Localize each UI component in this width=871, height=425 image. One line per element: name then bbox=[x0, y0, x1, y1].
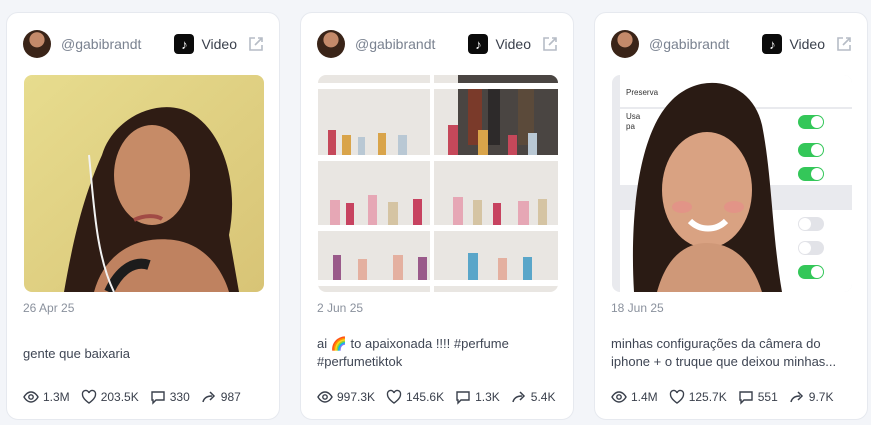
share-icon bbox=[202, 391, 215, 403]
post-stats: 1.4M 125.7K 551 9.7K bbox=[611, 389, 844, 405]
heart-icon bbox=[81, 389, 96, 404]
post-caption: gente que baixaria bbox=[23, 346, 130, 361]
tiktok-icon: ♪ bbox=[762, 34, 783, 54]
post-header: @gabibrandt ♪ Video bbox=[611, 29, 853, 59]
platform-label: Video bbox=[789, 36, 825, 52]
post-date: 26 Apr 25 bbox=[23, 301, 75, 315]
likes-count: 203.5K bbox=[100, 390, 139, 404]
post-date: 18 Jun 25 bbox=[611, 301, 664, 315]
eye-icon bbox=[317, 391, 333, 403]
post-stats: 1.3M 203.5K 330 987 bbox=[23, 389, 252, 405]
post-thumbnail[interactable]: Preserva Usa pa bbox=[612, 75, 852, 292]
heart-icon bbox=[669, 389, 684, 404]
platform-label: Video bbox=[201, 36, 237, 52]
creator-handle[interactable]: @gabibrandt bbox=[61, 36, 174, 52]
likes-count: 145.6K bbox=[406, 390, 445, 404]
post-card[interactable]: @gabibrandt ♪ Video Preserva Usa pa 18 J… bbox=[594, 12, 868, 420]
creator-handle[interactable]: @gabibrandt bbox=[649, 36, 762, 52]
comment-icon bbox=[151, 391, 165, 405]
comments-count: 551 bbox=[757, 390, 778, 404]
avatar[interactable] bbox=[611, 30, 639, 58]
external-link-icon[interactable] bbox=[247, 35, 265, 53]
views-count: 997.3K bbox=[337, 390, 376, 404]
views-stat: 1.4M bbox=[611, 389, 658, 405]
svg-text:Usa: Usa bbox=[626, 112, 641, 121]
svg-text:Preserva: Preserva bbox=[626, 88, 659, 97]
shares-count: 9.7K bbox=[808, 390, 834, 404]
likes-stat: 203.5K bbox=[81, 389, 139, 405]
comments-stat: 551 bbox=[738, 389, 778, 405]
views-count: 1.4M bbox=[631, 390, 658, 404]
likes-stat: 145.6K bbox=[386, 389, 444, 405]
shares-stat: 987 bbox=[201, 389, 241, 405]
share-icon bbox=[512, 391, 525, 403]
shares-count: 5.4K bbox=[530, 390, 556, 404]
comments-stat: 1.3K bbox=[455, 389, 500, 405]
comments-stat: 330 bbox=[150, 389, 190, 405]
post-caption: ai 🌈 to apaixonada !!!! #perfume #perfum… bbox=[317, 336, 509, 369]
external-link-icon[interactable] bbox=[835, 35, 853, 53]
comment-icon bbox=[739, 391, 753, 405]
post-stats: 997.3K 145.6K 1.3K 5.4K bbox=[317, 389, 566, 405]
post-card[interactable]: @gabibrandt ♪ Video 26 Apr 25 gente que … bbox=[6, 12, 280, 420]
shares-count: 987 bbox=[220, 390, 241, 404]
post-card[interactable]: @gabibrandt ♪ Video 2 Jun 25 ai 🌈 to apa… bbox=[300, 12, 574, 420]
eye-icon bbox=[611, 391, 627, 403]
heart-icon bbox=[386, 389, 402, 404]
svg-text:pa: pa bbox=[626, 122, 635, 131]
avatar[interactable] bbox=[317, 30, 345, 58]
share-icon bbox=[790, 391, 803, 403]
comments-count: 330 bbox=[169, 390, 190, 404]
external-link-icon[interactable] bbox=[541, 35, 559, 53]
tiktok-icon: ♪ bbox=[174, 34, 195, 54]
avatar[interactable] bbox=[23, 30, 51, 58]
views-stat: 997.3K bbox=[317, 389, 375, 405]
likes-stat: 125.7K bbox=[669, 389, 727, 405]
views-stat: 1.3M bbox=[23, 389, 70, 405]
shares-stat: 5.4K bbox=[511, 389, 556, 405]
views-count: 1.3M bbox=[43, 390, 70, 404]
post-thumbnail[interactable] bbox=[318, 75, 558, 292]
likes-count: 125.7K bbox=[688, 390, 727, 404]
comments-count: 1.3K bbox=[475, 390, 500, 404]
post-thumbnail[interactable] bbox=[24, 75, 264, 292]
post-date: 2 Jun 25 bbox=[317, 301, 364, 315]
post-caption: minhas configurações da câmera do iphone… bbox=[611, 336, 837, 369]
eye-icon bbox=[23, 391, 39, 403]
post-header: @gabibrandt ♪ Video bbox=[23, 29, 265, 59]
platform-label: Video bbox=[495, 36, 531, 52]
creator-handle[interactable]: @gabibrandt bbox=[355, 36, 468, 52]
tiktok-icon: ♪ bbox=[468, 34, 489, 54]
shares-stat: 9.7K bbox=[789, 389, 834, 405]
comment-icon bbox=[456, 391, 470, 405]
post-header: @gabibrandt ♪ Video bbox=[317, 29, 559, 59]
